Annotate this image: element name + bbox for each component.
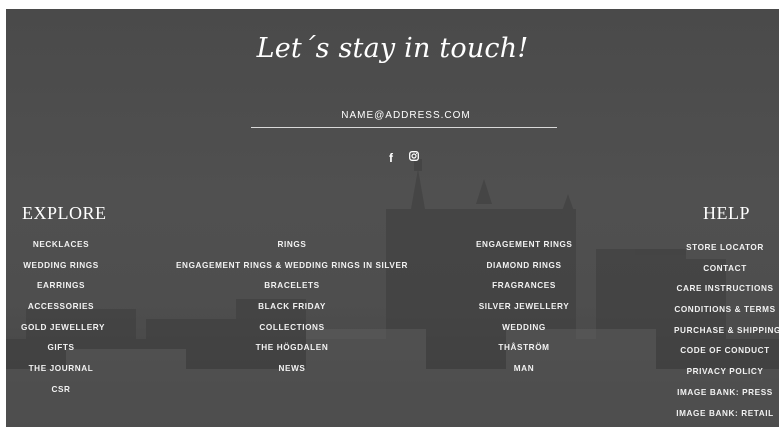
footer-link-the-hogdalen[interactable]: THE HÖGDALEN [176,338,408,359]
footer-link-news[interactable]: NEWS [176,359,408,380]
footer-link-image-bank-retail[interactable]: IMAGE BANK: RETAIL [674,404,776,425]
footer-link-necklaces[interactable]: NECKLACES [21,235,101,256]
footer-link-conditions-terms[interactable]: CONDITIONS & TERMS [674,300,776,321]
footer-link-code-of-conduct[interactable]: CODE OF CONDUCT [674,341,776,362]
footer-link-image-bank-press[interactable]: IMAGE BANK: PRESS [674,383,776,404]
footer-link-collections[interactable]: COLLECTIONS [176,318,408,339]
footer-link-store-locator[interactable]: STORE LOCATOR [674,238,776,259]
footer-link-the-journal[interactable]: THE JOURNAL [21,359,101,380]
facebook-icon[interactable]: f [389,151,393,165]
help-column: STORE LOCATOR CONTACT CARE INSTRUCTIONS … [674,238,779,425]
footer-link-thastrom[interactable]: THÅSTRÖM [476,338,572,359]
newsletter-email-field [251,101,561,129]
footer-link-care-instructions[interactable]: CARE INSTRUCTIONS [674,279,776,300]
footer-link-engagement-wedding-rings-silver[interactable]: ENGAGEMENT RINGS & WEDDING RINGS IN SILV… [176,256,408,277]
explore-column-1: NECKLACES WEDDING RINGS EARRINGS ACCESSO… [21,235,104,401]
explore-column-3: ENGAGEMENT RINGS DIAMOND RINGS FRAGRANCE… [476,235,572,380]
footer-link-fragrances[interactable]: FRAGRANCES [476,276,572,297]
footer-link-purchase-shipping[interactable]: PURCHASE & SHIPPING [674,321,779,342]
footer-link-bracelets[interactable]: BRACELETS [176,276,408,297]
email-input[interactable] [251,101,561,129]
footer-link-man[interactable]: MAN [476,359,572,380]
footer-link-accessories[interactable]: ACCESSORIES [21,297,101,318]
footer-link-gifts[interactable]: GIFTS [21,338,101,359]
footer-link-silver-jewellery[interactable]: SILVER JEWELLERY [476,297,572,318]
instagram-icon[interactable] [409,151,419,161]
newsletter-title: Let´s stay in touch! [256,33,529,64]
site-footer: Let´s stay in touch! f EXPLORE HELP NECK… [6,9,779,427]
explore-heading: EXPLORE [22,203,107,223]
footer-link-earrings[interactable]: EARRINGS [21,276,101,297]
footer-link-black-friday[interactable]: BLACK FRIDAY [176,297,408,318]
explore-column-2: RINGS ENGAGEMENT RINGS & WEDDING RINGS I… [176,235,408,380]
footer-link-contact[interactable]: CONTACT [674,259,776,280]
footer-link-csr[interactable]: CSR [21,380,101,401]
footer-link-rings[interactable]: RINGS [176,235,408,256]
footer-link-engagement-rings[interactable]: ENGAGEMENT RINGS [476,235,572,256]
footer-link-wedding[interactable]: WEDDING [476,318,572,339]
help-heading: HELP [703,203,750,223]
footer-link-privacy-policy[interactable]: PRIVACY POLICY [674,362,776,383]
footer-link-wedding-rings[interactable]: WEDDING RINGS [21,256,101,277]
footer-link-gold-jewellery[interactable]: GOLD JEWELLERY [21,318,104,339]
footer-link-diamond-rings[interactable]: DIAMOND RINGS [476,256,572,277]
